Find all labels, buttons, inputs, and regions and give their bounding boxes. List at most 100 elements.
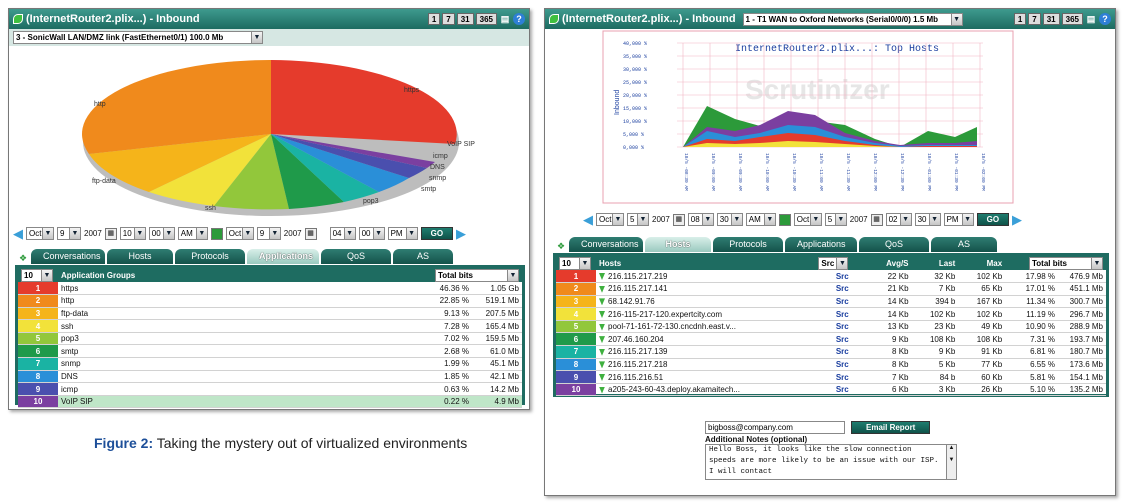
- table-row[interactable]: 5 pool-71-161-72-130.cncdnh.east.v... Src 1…: [556, 320, 1106, 334]
- end-minute[interactable]: 30 ▼: [914, 213, 941, 226]
- start-minute[interactable]: 00 ▼: [148, 227, 175, 240]
- host-src[interactable]: Src: [815, 345, 870, 359]
- print-icon[interactable]: ▤: [1085, 13, 1097, 25]
- end-month[interactable]: Oct ▼: [793, 213, 822, 226]
- table-row[interactable]: 7 snmp 1.99 % 45.1 Mb: [18, 357, 522, 371]
- start-year[interactable]: 2007: [652, 215, 670, 224]
- app-name[interactable]: https: [58, 282, 335, 296]
- range-1-button[interactable]: 1: [427, 13, 441, 25]
- start-hour[interactable]: 08 ▼: [687, 213, 714, 226]
- expand-icon[interactable]: [599, 310, 605, 318]
- app-name[interactable]: ftp-data: [58, 307, 335, 321]
- expand-icon[interactable]: [599, 298, 605, 306]
- row-count-select[interactable]: 10 ▼: [21, 268, 53, 282]
- table-row[interactable]: 5 pop3 7.02 % 159.5 Mb: [18, 332, 522, 346]
- end-year[interactable]: 2007: [850, 215, 868, 224]
- total-bits-select[interactable]: Total bits ▼: [1029, 256, 1103, 270]
- go-button[interactable]: GO: [976, 213, 1010, 226]
- tab-qos[interactable]: QoS: [321, 249, 391, 264]
- host-src[interactable]: Src: [815, 307, 870, 321]
- host-name[interactable]: 207.46.160.204: [596, 332, 816, 347]
- row-count-select[interactable]: 10 ▼: [559, 256, 591, 270]
- table-row[interactable]: 8 216.115.217.218 Src 8 Kb 5 Kb 77 Kb 6.55 % 17…: [556, 358, 1106, 372]
- table-row[interactable]: 1 https 46.36 % 1.05 Gb: [18, 282, 522, 296]
- expand-icon[interactable]: [599, 272, 605, 280]
- host-name[interactable]: a205-243-60-43.deploy.akamaitech...: [596, 383, 816, 397]
- col-max[interactable]: Max: [958, 256, 1006, 270]
- table-row[interactable]: 2 http 22.85 % 519.1 Mb: [18, 294, 522, 308]
- table-row[interactable]: 9 icmp 0.63 % 14.2 Mb: [18, 382, 522, 396]
- range-365-button[interactable]: 365: [1061, 13, 1083, 25]
- table-row[interactable]: 3 68.142.91.76 Src 14 Kb 394 b 167 Kb 11.34 % 3…: [556, 295, 1106, 309]
- print-icon[interactable]: ▤: [499, 13, 511, 25]
- tab-conversations[interactable]: Conversations: [569, 237, 643, 252]
- app-name[interactable]: pop3: [58, 332, 335, 346]
- email-field[interactable]: [705, 421, 845, 434]
- interface-select[interactable]: 1 - T1 WAN to Oxford Networks (Serial0/0…: [742, 12, 963, 26]
- start-month[interactable]: Oct ▼: [26, 227, 54, 240]
- tab-applications[interactable]: Applications: [247, 249, 319, 264]
- range-31-button[interactable]: 31: [1042, 13, 1060, 25]
- start-month[interactable]: Oct ▼: [596, 213, 624, 226]
- calendar-icon[interactable]: ▦: [104, 227, 117, 240]
- app-name[interactable]: icmp: [58, 382, 335, 396]
- help-icon[interactable]: ?: [1099, 13, 1111, 25]
- table-row[interactable]: 8 DNS 1.85 % 42.1 Mb: [18, 370, 522, 384]
- host-name[interactable]: 216.115.217.219: [596, 270, 816, 284]
- host-name[interactable]: 216.115.216.51: [596, 370, 816, 384]
- notes-scrollbar[interactable]: ▲ ▼: [946, 445, 956, 479]
- end-hour[interactable]: 04 ▼: [329, 227, 356, 240]
- end-minute[interactable]: 00 ▼: [358, 227, 385, 240]
- expand-icon[interactable]: [599, 373, 605, 381]
- host-name[interactable]: pool-71-161-72-130.cncdnh.east.v...: [596, 320, 816, 334]
- app-name[interactable]: VoIP SIP: [58, 395, 335, 409]
- host-src[interactable]: Src: [815, 383, 870, 397]
- tab-hosts[interactable]: Hosts: [645, 237, 711, 252]
- host-name[interactable]: 68.142.91.76: [596, 295, 816, 309]
- host-src[interactable]: Src: [815, 332, 870, 347]
- prev-arrow-icon[interactable]: ◀: [583, 213, 593, 226]
- tab-conversations[interactable]: Conversations: [31, 249, 105, 264]
- start-ampm[interactable]: AM ▼: [177, 227, 208, 240]
- host-name[interactable]: 216.115.217.141: [596, 282, 816, 296]
- table-row[interactable]: 10 a205-243-60-43.deploy.akamaitech... Src…: [556, 383, 1106, 397]
- end-day[interactable]: 5 ▼: [824, 213, 847, 226]
- host-src[interactable]: Src: [815, 370, 870, 384]
- interface-select[interactable]: 3 - SonicWall LAN/DMZ link (FastEthernet…: [13, 31, 263, 44]
- range-31-button[interactable]: 31: [456, 13, 474, 25]
- range-7-button[interactable]: 7: [442, 13, 455, 25]
- col-last[interactable]: Last: [911, 256, 959, 270]
- expand-icon[interactable]: [599, 285, 605, 293]
- tab-as[interactable]: AS: [393, 249, 453, 264]
- host-src[interactable]: Src: [815, 358, 870, 372]
- table-row[interactable]: 1 216.115.217.219 Src 22 Kb 32 Kb 102 Kb 17.98…: [556, 270, 1106, 284]
- expand-icon[interactable]: [599, 336, 605, 344]
- start-day[interactable]: 5 ▼: [627, 213, 649, 226]
- table-row[interactable]: 6 smtp 2.68 % 61.0 Mb: [18, 344, 522, 359]
- src-select[interactable]: Src ▼: [818, 256, 849, 270]
- end-month[interactable]: Oct ▼: [225, 227, 254, 240]
- table-row[interactable]: 3 ftp-data 9.13 % 207.5 Mb: [18, 307, 522, 321]
- tab-protocols[interactable]: Protocols: [175, 249, 245, 264]
- table-row[interactable]: 6 207.46.160.204 Src 9 Kb 108 Kb 108 Kb 7.31 %…: [556, 332, 1106, 347]
- expand-icon[interactable]: [599, 348, 605, 356]
- tab-protocols[interactable]: Protocols: [713, 237, 783, 252]
- range-1-button[interactable]: 1: [1013, 13, 1027, 25]
- prev-arrow-icon[interactable]: ◀: [13, 227, 23, 240]
- start-day[interactable]: 9 ▼: [57, 227, 81, 240]
- end-ampm[interactable]: PM ▼: [387, 227, 418, 240]
- end-day[interactable]: 9 ▼: [256, 227, 281, 240]
- start-hour[interactable]: 10 ▼: [119, 227, 146, 240]
- expand-icon[interactable]: [599, 386, 605, 394]
- tab-applications[interactable]: Applications: [785, 237, 857, 252]
- table-row[interactable]: 10 VoIP SIP 0.22 % 4.9 Mb: [18, 395, 522, 409]
- calendar-icon[interactable]: ▦: [304, 227, 317, 240]
- table-row[interactable]: 2 216.115.217.141 Src 21 Kb 7 Kb 65 Kb 17.01 %…: [556, 282, 1106, 296]
- tab-as[interactable]: AS: [931, 237, 997, 252]
- col-app-groups[interactable]: Application Groups: [58, 268, 335, 282]
- host-name[interactable]: 216.115.217.139: [596, 345, 816, 359]
- end-hour[interactable]: 02 ▼: [885, 213, 912, 226]
- app-name[interactable]: ssh: [58, 319, 335, 333]
- end-year[interactable]: 2007: [284, 229, 302, 238]
- start-minute[interactable]: 30 ▼: [716, 213, 743, 226]
